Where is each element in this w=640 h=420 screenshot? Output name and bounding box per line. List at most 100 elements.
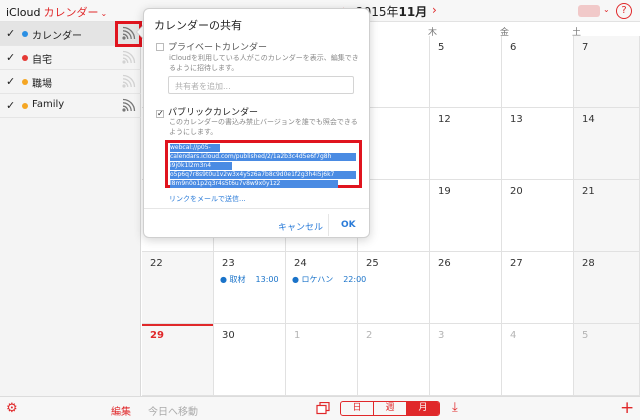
day-number-today: 29 [150, 330, 164, 341]
url-line: o5p6q7r8s9t0u1v2w3x4y5z6a7b8c9d0e1f2g3h4… [170, 171, 356, 179]
day-number: 13 [510, 114, 523, 125]
day-cell[interactable]: 28 [574, 252, 640, 324]
day-number: 6 [510, 42, 517, 53]
view-day-button[interactable]: 日 [341, 402, 374, 415]
gear-icon[interactable]: ⚙ [6, 401, 18, 416]
public-calendar-checkbox[interactable]: ✓ [156, 110, 164, 118]
calendar-name: 自宅 [32, 55, 52, 66]
day-cell[interactable]: 2 [358, 324, 430, 396]
day-cell[interactable]: 12 [430, 108, 502, 180]
day-cell[interactable]: 21 [574, 180, 640, 252]
day-number: 12 [438, 114, 451, 125]
day-cell[interactable]: 6 [502, 36, 574, 108]
public-calendar-url[interactable]: webcal://p05- calendars.icloud.com/publi… [170, 144, 358, 189]
day-number: 23 [222, 258, 235, 269]
sidebar-item-work[interactable]: ✓ 職場 [0, 70, 141, 94]
stack-icon[interactable] [316, 402, 330, 415]
day-cell[interactable]: 5 [430, 36, 502, 108]
url-line: l8m9n0o1p2q3r4s5t6u7v8w9x0y1z2 [170, 180, 338, 188]
private-calendar-description: iCloudを利用している人がこのカレンダーを表示、編集できるように招待します。 [169, 54, 359, 72]
calendar-name: Family [32, 99, 65, 110]
day-cell[interactable]: 5 [574, 324, 640, 396]
day-cell[interactable]: 30 [214, 324, 286, 396]
user-menu-caret-icon[interactable]: ⌄ [603, 5, 610, 14]
day-number: 26 [438, 258, 451, 269]
event-time: 13:00 [255, 275, 279, 284]
calendar-name: 職場 [32, 79, 52, 90]
private-calendar-label: プライベートカレンダー [168, 43, 268, 53]
calendar-sidebar: ✓ カレンダー ✓ 自宅 ✓ 職場 ✓ Family [0, 22, 141, 396]
next-month-button[interactable]: › [432, 3, 437, 17]
day-number: 30 [222, 330, 235, 341]
day-cell[interactable]: 1 [286, 324, 358, 396]
day-number: 4 [510, 330, 517, 341]
day-number: 7 [582, 42, 589, 53]
ok-button[interactable]: OK [341, 220, 356, 230]
day-cell[interactable]: 19 [430, 180, 502, 252]
day-cell[interactable]: 3 [430, 324, 502, 396]
user-account-button[interactable] [578, 5, 600, 17]
view-switcher: 日 週 月 [340, 401, 440, 416]
email-link[interactable]: リンクをメールで送信... [169, 194, 246, 204]
day-number: 19 [438, 186, 451, 197]
visibility-check-icon[interactable]: ✓ [6, 99, 15, 112]
calendar-color-dot [22, 103, 28, 109]
day-cell[interactable]: 22 [142, 252, 214, 324]
add-event-button[interactable]: + [620, 398, 634, 418]
sidebar-item-family[interactable]: ✓ Family [0, 94, 141, 118]
sidebar-item-home[interactable]: ✓ 自宅 [0, 46, 141, 70]
day-number: 25 [366, 258, 379, 269]
edit-button[interactable]: 編集 [111, 403, 131, 418]
day-cell[interactable]: 14 [574, 108, 640, 180]
event-title: ロケハン [301, 275, 334, 284]
visibility-check-icon[interactable]: ✓ [6, 27, 15, 40]
view-week-button[interactable]: 週 [374, 402, 407, 415]
bottom-toolbar: ⚙ 編集 今日へ移動 日 週 月 ⤓ + [0, 396, 640, 420]
day-number: 2 [366, 330, 373, 341]
help-button[interactable]: ? [616, 3, 632, 19]
url-line: calendars.icloud.com/published/2/1a2b3c4… [170, 153, 356, 161]
download-icon[interactable]: ⤓ [452, 400, 458, 415]
today-indicator [142, 324, 213, 326]
calendar-event[interactable]: ● 取材 13:00 [220, 274, 279, 285]
icloud-label: iCloud [6, 6, 41, 19]
url-line: i9j0k1l2m3n4 [170, 162, 232, 170]
day-number: 21 [582, 186, 595, 197]
share-broadcast-icon[interactable] [120, 98, 136, 114]
popover-divider [144, 208, 369, 209]
day-cell-today[interactable]: 29 [142, 324, 214, 396]
public-calendar-description: このカレンダーの書込み禁止バージョンを誰でも照会できるようにします。 [169, 118, 358, 136]
calendar-color-dot [22, 31, 28, 37]
view-month-button[interactable]: 月 [407, 402, 439, 415]
visibility-check-icon[interactable]: ✓ [6, 51, 15, 64]
day-number: 28 [582, 258, 595, 269]
day-cell[interactable]: 24 ● ロケハン 22:00 [286, 252, 366, 324]
calendar-name: カレンダー [32, 31, 82, 42]
day-number: 14 [582, 114, 595, 125]
cancel-button[interactable]: キャンセル [278, 220, 323, 233]
app-switcher[interactable]: iCloud カレンダー ⌄ [6, 4, 107, 20]
private-calendar-option[interactable]: プライベートカレンダー [156, 40, 267, 53]
private-calendar-checkbox[interactable] [156, 43, 164, 51]
day-number: 5 [582, 330, 589, 341]
add-people-input[interactable]: 共有者を追加... [168, 76, 354, 94]
calendar-app: iCloudカレンダー⌄ ‹ 2015年11月 › ⌄ ? ✓ カレンダー ✓ … [0, 0, 640, 420]
share-broadcast-icon[interactable] [120, 50, 136, 66]
app-name: カレンダー [43, 6, 99, 19]
day-cell[interactable]: 7 [574, 36, 640, 108]
day-cell[interactable]: 4 [502, 324, 574, 396]
day-cell[interactable]: 20 [502, 180, 574, 252]
day-number: 22 [150, 258, 163, 269]
day-cell[interactable]: 27 [502, 252, 574, 324]
button-separator [328, 214, 329, 236]
day-cell[interactable]: 13 [502, 108, 574, 180]
calendar-event[interactable]: ● ロケハン 22:00 [292, 274, 366, 285]
day-cell[interactable]: 23 ● 取材 13:00 [214, 252, 286, 324]
go-to-today-button[interactable]: 今日へ移動 [148, 403, 198, 418]
share-broadcast-icon[interactable] [120, 74, 136, 90]
day-cell[interactable]: 26 [430, 252, 502, 324]
app-caret-icon: ⌄ [100, 9, 108, 18]
month-name: 11月 [398, 5, 428, 19]
day-cell[interactable]: 25 [358, 252, 430, 324]
visibility-check-icon[interactable]: ✓ [6, 75, 15, 88]
